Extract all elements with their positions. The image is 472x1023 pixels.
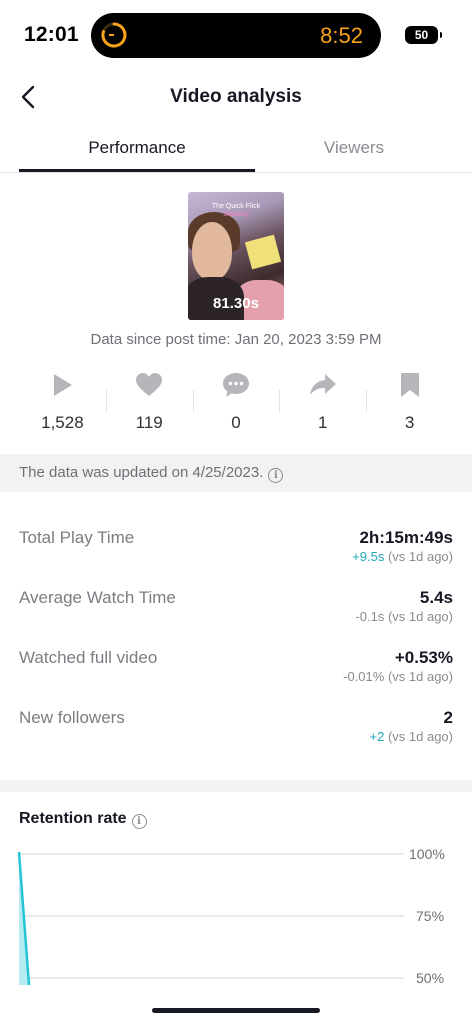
- update-banner-text: The data was updated on 4/25/2023. i: [19, 464, 284, 483]
- metric-likes-value: 119: [135, 413, 163, 432]
- stat-delta-value: +2: [369, 729, 385, 744]
- tab-performance[interactable]: Performance: [19, 126, 255, 172]
- play-icon: [54, 374, 73, 396]
- stat-delta: +9.5s (vs 1d ago): [352, 549, 453, 564]
- stat-value: +0.53%: [394, 648, 453, 667]
- status-time: 12:01: [24, 23, 79, 46]
- metric-comments: 0: [193, 370, 280, 440]
- data-since-text: Data since post time: Jan 20, 2023 3:59 …: [90, 331, 382, 348]
- metric-views: 1,528: [19, 370, 106, 440]
- stat-value: 5.4s: [419, 588, 453, 607]
- update-banner: The data was updated on 4/25/2023. i: [0, 454, 472, 492]
- stat-delta: -0.1s (vs 1d ago): [355, 609, 453, 624]
- metric-saves-value: 3: [404, 413, 415, 432]
- comment-icon: [222, 373, 249, 397]
- timer-icon: [101, 22, 127, 48]
- section-divider: [0, 780, 472, 792]
- tab-bar: Performance Viewers: [0, 126, 472, 173]
- stat-value: 2: [443, 708, 453, 727]
- stat-label: Watched full video: [19, 648, 158, 667]
- stat-value: 2h:15m:49s: [359, 528, 453, 547]
- stat-new-followers: New followers 2 +2 (vs 1d ago): [19, 708, 453, 758]
- retention-title-text: Retention rate: [19, 810, 127, 827]
- metric-likes: 119: [106, 370, 193, 440]
- thumbnail-caption: The Quick Flick: [211, 203, 261, 210]
- bookmark-icon: [400, 373, 419, 397]
- stat-delta-suffix: (vs 1d ago): [384, 729, 453, 744]
- stat-delta-suffix: (vs 1d ago): [384, 549, 453, 564]
- video-duration: 81.30s: [213, 295, 259, 312]
- video-thumbnail[interactable]: The Quick Flick Unboxing 81.30s: [188, 192, 284, 320]
- engagement-metrics: 1,528 119 0 1 3: [19, 370, 453, 440]
- nav-header: Video analysis: [0, 70, 472, 126]
- update-banner-label: The data was updated on 4/25/2023.: [19, 464, 264, 481]
- dynamic-island[interactable]: 8:52: [91, 13, 381, 58]
- metric-shares-value: 1: [318, 413, 328, 432]
- status-bar: 12:01 8:52 50: [0, 0, 472, 70]
- info-icon[interactable]: i: [268, 468, 284, 483]
- y-tick-50: 50%: [416, 970, 444, 986]
- tab-viewers[interactable]: Viewers: [236, 126, 472, 172]
- metric-saves: 3: [366, 370, 453, 440]
- island-timer-text: 8:52: [320, 23, 363, 48]
- stat-label: Total Play Time: [19, 528, 135, 547]
- retention-title: Retention rate i: [19, 810, 147, 829]
- stat-delta-value: +9.5s: [352, 549, 385, 564]
- metric-views-value: 1,528: [41, 413, 84, 432]
- stat-delta-suffix: (vs 1d ago): [384, 609, 453, 624]
- share-icon: [309, 374, 336, 395]
- active-tab-indicator: [19, 169, 255, 172]
- stat-label: New followers: [19, 708, 125, 727]
- y-tick-75: 75%: [416, 908, 444, 924]
- thumbnail-face: [192, 222, 232, 280]
- page-title: Video analysis: [170, 86, 302, 107]
- thumbnail-box: [244, 234, 282, 270]
- stat-delta-value: -0.1s: [355, 609, 385, 624]
- battery-icon: 50: [405, 26, 442, 44]
- y-tick-100: 100%: [409, 846, 445, 862]
- heart-icon: [136, 373, 163, 396]
- stat-total-play-time: Total Play Time 2h:15m:49s +9.5s (vs 1d …: [19, 528, 453, 578]
- stat-delta-suffix: (vs 1d ago): [384, 669, 453, 684]
- metric-shares: 1: [279, 370, 366, 440]
- thumbnail-caption-sub: Unboxing: [223, 212, 249, 218]
- retention-chart[interactable]: 100% 75% 50%: [0, 840, 472, 990]
- metric-comments-value: 0: [231, 413, 241, 432]
- retention-info-icon[interactable]: i: [131, 814, 147, 829]
- stat-delta-value: -0.01%: [343, 669, 385, 684]
- stat-watched-full-video: Watched full video +0.53% -0.01% (vs 1d …: [19, 648, 453, 698]
- stat-average-watch-time: Average Watch Time 5.4s -0.1s (vs 1d ago…: [19, 588, 453, 638]
- stat-label: Average Watch Time: [19, 588, 176, 607]
- stat-delta: -0.01% (vs 1d ago): [343, 669, 453, 684]
- home-indicator[interactable]: [152, 1008, 320, 1013]
- stat-delta: +2 (vs 1d ago): [370, 729, 453, 744]
